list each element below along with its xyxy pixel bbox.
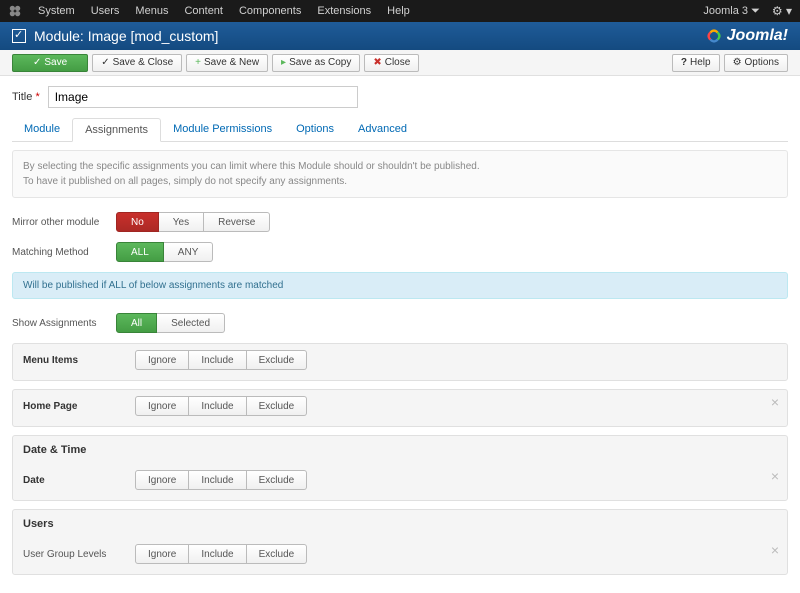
tab-advanced[interactable]: Advanced [346,118,419,141]
mirror-label: Mirror other module [12,217,116,228]
mirror-row: Mirror other module No Yes Reverse [12,212,788,232]
panel-users: Users × User Group Levels Ignore Include… [12,509,788,575]
save-copy-button[interactable]: Save as Copy [272,54,360,72]
check-icon [33,57,41,68]
page-title: Module: Image [mod_custom] [34,28,218,44]
close-icon [373,57,381,68]
date-ignore[interactable]: Ignore [135,470,189,490]
menu-help[interactable]: Help [379,5,418,17]
show-group: All Selected [116,313,225,333]
menu-system[interactable]: System [30,5,83,17]
gear-icon [733,57,742,68]
action-toolbar: Save Save & Close Save & New Save as Cop… [0,50,800,76]
ugl-group: Ignore Include Exclude [135,544,307,564]
tab-options[interactable]: Options [284,118,346,141]
close-button[interactable]: Close [364,54,419,72]
match-row: Matching Method ALL ANY [12,242,788,262]
plus-icon [195,57,201,68]
tab-assignments[interactable]: Assignments [72,118,161,142]
topbar-right: Joomla 3 ⏷ ⚙ ▾ [695,4,792,18]
match-label: Matching Method [12,247,116,258]
home-page-label: Home Page [23,401,135,412]
title-field-row: Title * [12,86,788,108]
mirror-group: No Yes Reverse [116,212,270,232]
match-all[interactable]: ALL [116,242,164,262]
tab-module[interactable]: Module [12,118,72,141]
match-group: ALL ANY [116,242,213,262]
date-include[interactable]: Include [189,470,246,490]
joomla-logo: Joomla! [705,27,788,45]
admin-topbar: System Users Menus Content Components Ex… [0,0,800,22]
mirror-no[interactable]: No [116,212,159,232]
date-group: Ignore Include Exclude [135,470,307,490]
help-icon [681,57,687,68]
title-label: Title * [12,91,40,103]
date-time-header[interactable]: Date & Time [13,436,787,464]
topbar-left: System Users Menus Content Components Ex… [8,4,418,18]
tab-permissions[interactable]: Module Permissions [161,118,284,141]
close-icon[interactable]: × [771,468,779,484]
mirror-yes[interactable]: Yes [159,212,204,232]
menu-include[interactable]: Include [189,350,246,370]
title-input[interactable] [48,86,358,108]
menu-exclude[interactable]: Exclude [247,350,308,370]
help-button[interactable]: Help [672,54,720,72]
match-any[interactable]: ANY [164,242,214,262]
ugl-ignore[interactable]: Ignore [135,544,189,564]
show-selected[interactable]: Selected [157,313,225,333]
save-close-button[interactable]: Save & Close [92,54,182,72]
copy-icon [281,57,286,68]
ugl-include[interactable]: Include [189,544,246,564]
check-icon [101,57,109,68]
date-exclude[interactable]: Exclude [247,470,308,490]
joomla-icon [8,4,22,18]
show-all[interactable]: All [116,313,157,333]
close-icon[interactable]: × [771,542,779,558]
menu-ignore[interactable]: Ignore [135,350,189,370]
gear-icon[interactable]: ⚙ ▾ [768,4,792,18]
menu-components[interactable]: Components [231,5,309,17]
menu-content[interactable]: Content [176,5,231,17]
home-group: Ignore Include Exclude [135,396,307,416]
date-label: Date [23,475,135,486]
close-icon[interactable]: × [771,394,779,410]
menu-users[interactable]: Users [83,5,128,17]
home-exclude[interactable]: Exclude [247,396,308,416]
user-group-label: User Group Levels [23,549,135,560]
users-header[interactable]: Users [13,510,787,538]
match-note: Will be published if ALL of below assign… [12,272,788,299]
module-icon [12,29,26,43]
show-row: Show Assignments All Selected [12,313,788,333]
panel-date-time: Date & Time × Date Ignore Include Exclud… [12,435,788,501]
menu-menus[interactable]: Menus [127,5,176,17]
mirror-reverse[interactable]: Reverse [204,212,270,232]
home-ignore[interactable]: Ignore [135,396,189,416]
show-label: Show Assignments [12,318,116,329]
title-bar: Module: Image [mod_custom] Joomla! [0,22,800,50]
menu-extensions[interactable]: Extensions [309,5,379,17]
menu-items-group: Ignore Include Exclude [135,350,307,370]
save-new-button[interactable]: Save & New [186,54,268,72]
tab-bar: Module Assignments Module Permissions Op… [12,118,788,142]
info-box: By selecting the specific assignments yo… [12,150,788,198]
home-include[interactable]: Include [189,396,246,416]
menu-items-label: Menu Items [23,355,135,366]
panel-home-page: × Home Page Ignore Include Exclude [12,389,788,427]
save-button[interactable]: Save [12,54,88,72]
ugl-exclude[interactable]: Exclude [247,544,308,564]
panel-menu-items: Menu Items Ignore Include Exclude [12,343,788,381]
content-area: Title * Module Assignments Module Permis… [0,76,800,593]
version-link[interactable]: Joomla 3 ⏷ [695,5,768,18]
options-button[interactable]: Options [724,54,788,72]
